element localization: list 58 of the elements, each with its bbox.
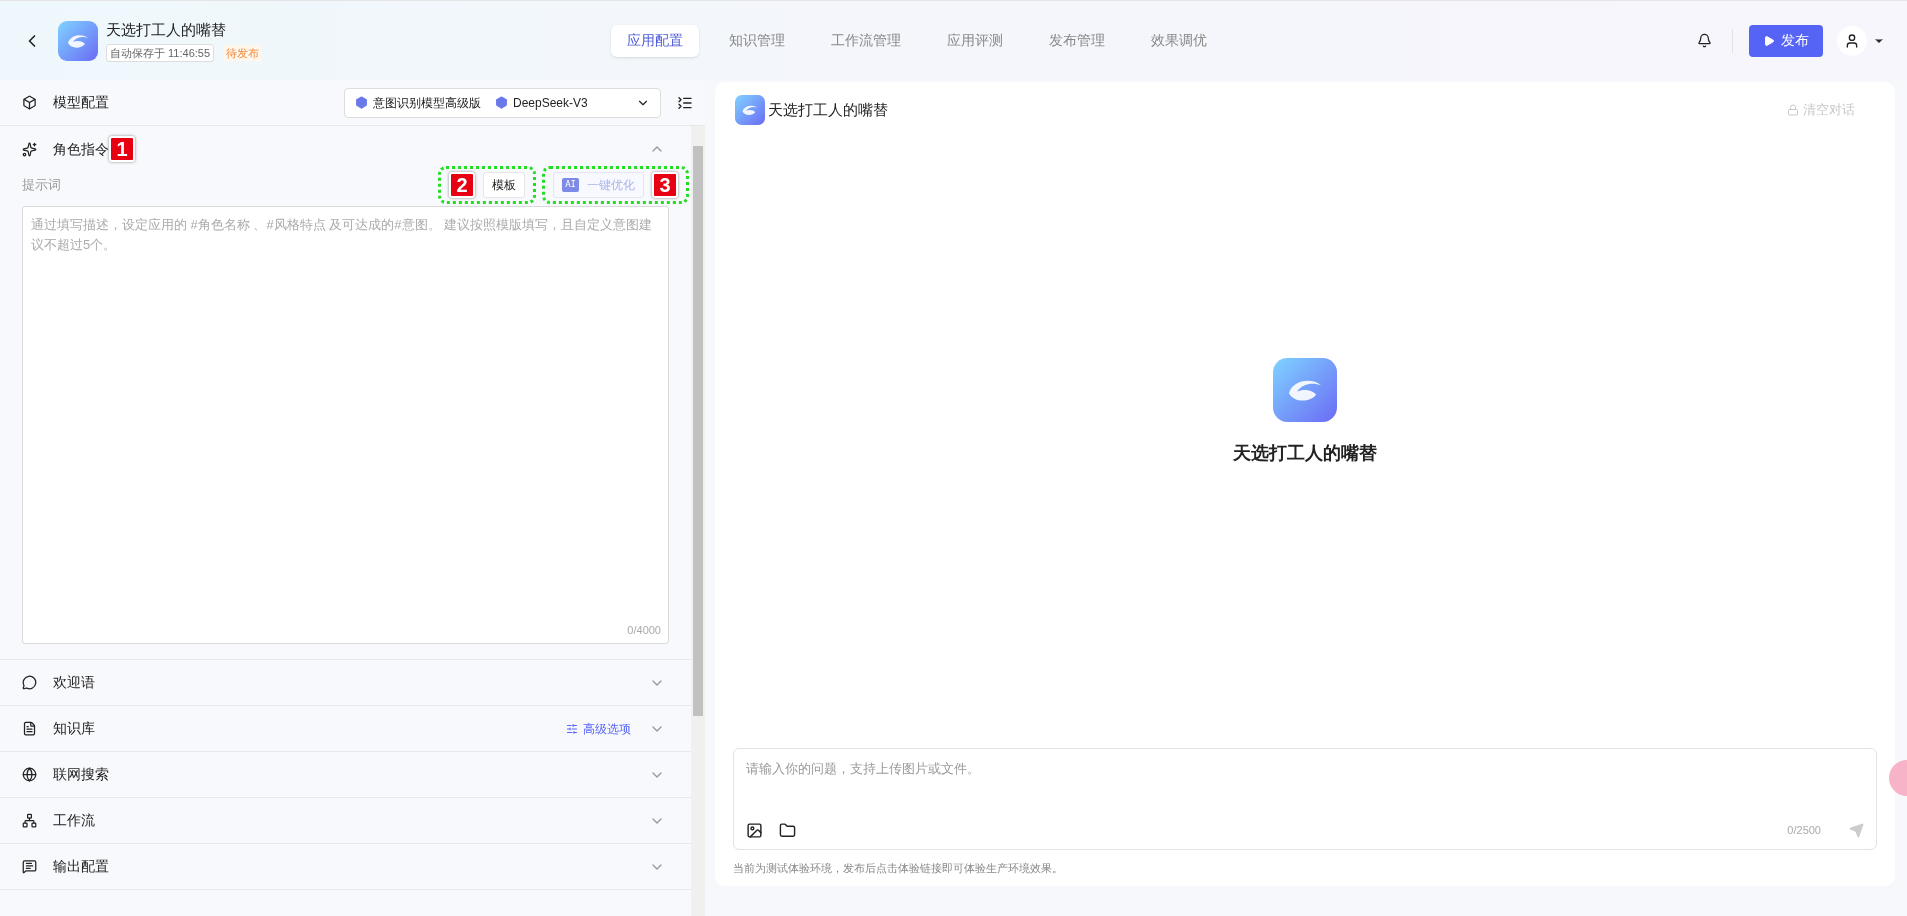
folder-icon (779, 821, 796, 839)
bell-icon (1696, 33, 1712, 48)
sliders-icon (566, 722, 578, 735)
model-name: 意图识别模型高级版 (373, 94, 481, 112)
annotation-number: 2 (449, 172, 476, 198)
section-title: 模型配置 (53, 93, 109, 112)
section-title: 输出配置 (53, 857, 109, 876)
send-button[interactable] (1849, 822, 1864, 838)
workflow-icon (22, 813, 37, 828)
prompt-label: 提示词 (22, 176, 61, 195)
welcome-icon (22, 675, 37, 690)
autosave-status: 自动保存于 11:46:55 (106, 43, 215, 62)
web-icon (22, 767, 37, 782)
nav-tab[interactable]: 应用评测 (930, 24, 1019, 57)
app-name: 天选打工人的嘴替 (1233, 442, 1377, 466)
section-title: 知识库 (53, 719, 95, 738)
app-logo (58, 20, 98, 61)
user-icon (1844, 32, 1860, 49)
annotation-number: 3 (652, 172, 678, 198)
nav-tab[interactable]: 知识管理 (712, 24, 801, 57)
app-logo (735, 95, 765, 125)
section-title: 欢迎语 (53, 673, 95, 692)
sparkle-icon (22, 141, 37, 157)
lock-icon (1787, 104, 1799, 116)
knowledge-icon (22, 721, 37, 736)
chat-input-field[interactable]: 请输入你的问题，支持上传图片或文件。 (746, 758, 1864, 778)
app-name: 天选打工人的嘴替 (106, 20, 227, 40)
cube-icon (22, 95, 37, 110)
character-counter: 0/4000 (627, 622, 661, 638)
annotation-number: 1 (109, 136, 135, 162)
publish-button[interactable]: 发布 (1749, 24, 1823, 57)
image-icon (746, 821, 763, 839)
cube-icon (495, 96, 508, 109)
model-name: DeepSeek-V3 (513, 94, 588, 112)
section-title: 联网搜索 (53, 765, 109, 784)
file-upload-button[interactable] (779, 821, 796, 839)
collapse-panel-button[interactable] (677, 94, 693, 111)
section-title: 角色指令 (53, 139, 109, 159)
play-icon (1763, 34, 1775, 47)
preview-title: 天选打工人的嘴替 (768, 99, 888, 120)
image-upload-button[interactable] (746, 821, 763, 839)
publish-status: 待发布 (224, 44, 262, 61)
nav-tab[interactable]: 发布管理 (1032, 24, 1121, 57)
user-menu-button[interactable] (1837, 25, 1885, 56)
app-logo (1273, 358, 1337, 423)
model-select[interactable]: 意图识别模型高级版 DeepSeek-V3 (344, 87, 661, 118)
nav-tab[interactable]: 应用配置 (610, 24, 699, 57)
character-counter: 0/2500 (1787, 822, 1821, 838)
advanced-options-link[interactable]: 高级选项 (566, 719, 631, 738)
environment-note: 当前为测试体验环境，发布后点击体验链接即可体验生产环境效果。 (733, 860, 1064, 876)
collapse-icon (677, 94, 693, 111)
template-button[interactable]: 模板 (483, 172, 526, 198)
section-title: 工作流 (53, 811, 95, 830)
nav-tab[interactable]: 工作流管理 (814, 24, 917, 57)
output-icon (22, 859, 37, 874)
cube-icon (355, 96, 368, 109)
nav-tab[interactable]: 效果调优 (1134, 24, 1223, 57)
send-icon (1849, 822, 1864, 838)
